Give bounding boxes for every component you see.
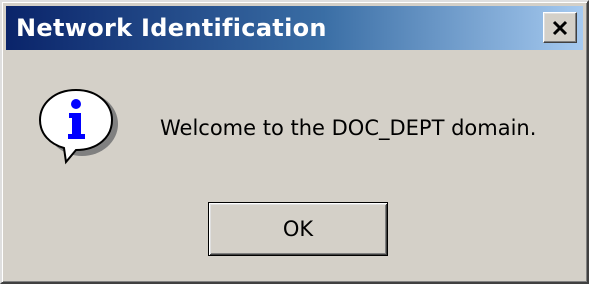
close-button[interactable] [543, 12, 577, 43]
dialog-window: Network Identification Welcome to the DO… [0, 0, 589, 284]
title-bar[interactable]: Network Identification [6, 6, 583, 50]
dialog-message: Welcome to the DOC_DEPT domain. [160, 116, 537, 140]
close-x-icon [552, 20, 568, 35]
information-icon [38, 88, 118, 165]
ok-button[interactable]: OK [208, 202, 388, 256]
ok-button-label: OK [282, 217, 314, 241]
window-title: Network Identification [16, 14, 327, 42]
